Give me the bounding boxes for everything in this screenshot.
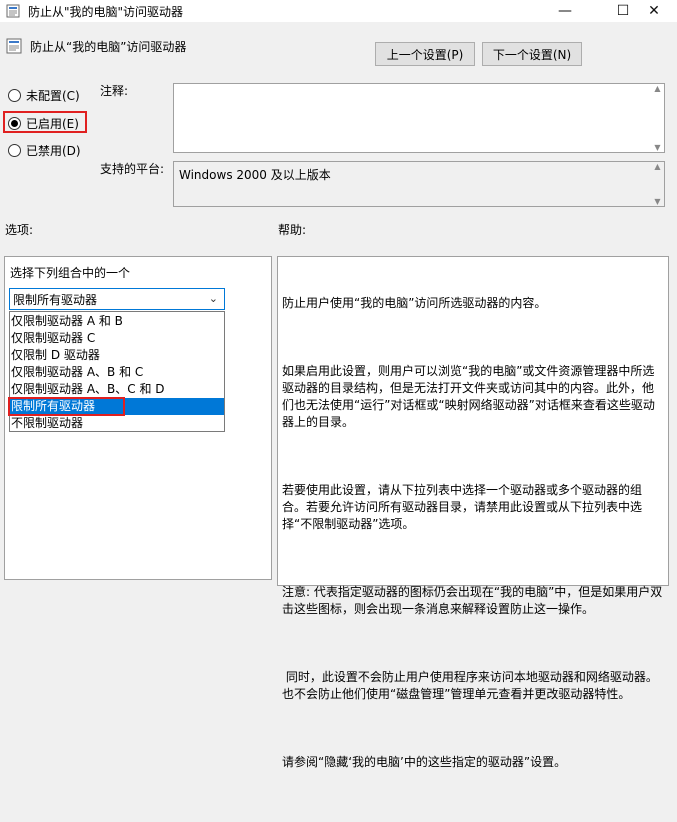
highlight-box	[3, 111, 87, 133]
comment-label: 注释:	[100, 84, 129, 98]
maximize-icon: ☐	[616, 3, 630, 19]
close-button[interactable]: ✕	[631, 0, 677, 22]
radio-label-not-configured: 未配置(C)	[26, 89, 80, 103]
dropdown-option[interactable]: 仅限制 D 驱动器	[10, 347, 224, 364]
minimize-button[interactable]: —	[542, 0, 588, 22]
platform-value: Windows 2000 及以上版本	[179, 168, 331, 182]
help-paragraph: 如果启用此设置，则用户可以浏览“我的电脑”或文件资源管理器中所选驱动器的目录结构…	[282, 364, 655, 429]
platform-scrollbar[interactable]: ▲ ▼	[651, 162, 664, 206]
help-paragraph: 若要使用此设置，请从下拉列表中选择一个驱动器或多个驱动器的组合。若要允许访问所有…	[282, 483, 643, 531]
scroll-down-icon[interactable]: ▼	[654, 143, 660, 152]
help-paragraph: 请参阅“隐藏‘我的电脑’中的这些指定的驱动器”设置。	[282, 755, 567, 769]
help-paragraph: 同时，此设置不会防止用户使用程序来访问本地驱动器和网络驱动器。也不会防止他们使用…	[282, 670, 658, 701]
dropdown-option[interactable]: 不限制驱动器	[10, 415, 224, 432]
window-title: 防止从"我的电脑"访问驱动器	[28, 5, 184, 19]
select-current-value: 限制所有驱动器	[13, 292, 98, 307]
scroll-up-icon[interactable]: ▲	[654, 162, 660, 171]
radio-not-configured[interactable]: 未配置(C)	[8, 87, 80, 104]
dropdown-option[interactable]: 仅限制驱动器 A、B 和 C	[10, 364, 224, 381]
platform-label: 支持的平台:	[100, 162, 165, 176]
setting-title: 防止从“我的电脑”访问驱动器	[30, 40, 187, 54]
radio-label-disabled: 已禁用(D)	[26, 144, 81, 158]
radio-disabled[interactable]: 已禁用(D)	[8, 142, 81, 159]
comment-textarea[interactable]: ▲ ▼	[173, 83, 665, 153]
drive-restriction-select[interactable]: 限制所有驱动器 ⌄	[9, 288, 225, 310]
close-icon: ✕	[648, 3, 660, 19]
help-panel: 防止用户使用“我的电脑”访问所选驱动器的内容。 如果启用此设置，则用户可以浏览“…	[277, 256, 669, 769]
options-prompt: 选择下列组合中的一个	[10, 266, 131, 280]
scroll-down-icon[interactable]: ▼	[654, 197, 660, 206]
minimize-icon: —	[558, 3, 572, 19]
radio-circle-icon[interactable]	[8, 144, 21, 157]
help-label: 帮助:	[278, 223, 307, 237]
next-setting-button[interactable]: 下一个设置(N)	[482, 42, 582, 66]
scroll-up-icon[interactable]: ▲	[654, 84, 660, 93]
chevron-down-icon[interactable]: ⌄	[209, 292, 218, 305]
help-paragraph: 防止用户使用“我的电脑”访问所选驱动器的内容。	[282, 296, 547, 310]
platform-textbox: Windows 2000 及以上版本 ▲ ▼	[173, 161, 665, 207]
comment-scrollbar[interactable]: ▲ ▼	[651, 84, 664, 152]
dropdown-option[interactable]: 仅限制驱动器 C	[10, 330, 224, 347]
help-text: 防止用户使用“我的电脑”访问所选驱动器的内容。 如果启用此设置，则用户可以浏览“…	[282, 261, 664, 822]
policy-window-icon	[6, 4, 20, 18]
help-paragraph: 注意: 代表指定驱动器的图标仍会出现在“我的电脑”中，但是如果用户双击这些图标，…	[282, 585, 663, 616]
policy-setting-icon	[6, 38, 22, 54]
dropdown-option[interactable]: 仅限制驱动器 A、B、C 和 D	[10, 381, 224, 398]
previous-setting-button[interactable]: 上一个设置(P)	[375, 42, 475, 66]
options-label: 选项:	[5, 223, 34, 237]
radio-circle-icon[interactable]	[8, 89, 21, 102]
dropdown-option[interactable]: 仅限制驱动器 A 和 B	[10, 313, 224, 330]
highlight-box	[8, 397, 125, 416]
